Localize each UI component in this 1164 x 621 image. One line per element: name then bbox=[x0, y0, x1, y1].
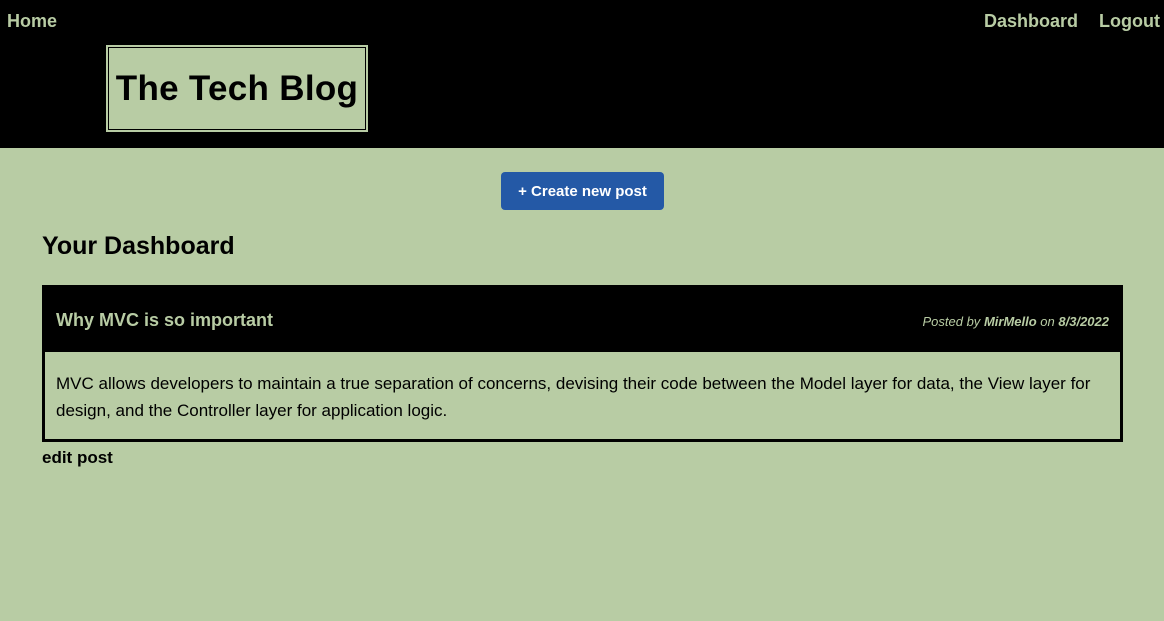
on-label: on bbox=[1040, 314, 1055, 329]
post-date: 8/3/2022 bbox=[1058, 314, 1109, 329]
post-header: Why MVC is so important Posted by MirMel… bbox=[45, 288, 1120, 352]
site-title-box: The Tech Blog bbox=[106, 45, 368, 132]
post-card: Why MVC is so important Posted by MirMel… bbox=[42, 285, 1123, 442]
post-author: MirMello bbox=[983, 314, 1037, 329]
create-new-post-button[interactable]: + Create new post bbox=[501, 172, 664, 210]
page-title: Your Dashboard bbox=[42, 232, 235, 260]
post-meta: Posted by MirMello on 8/3/2022 bbox=[922, 314, 1109, 329]
nav-dashboard-link[interactable]: Dashboard bbox=[984, 11, 1078, 31]
posted-by-label: Posted by bbox=[922, 314, 981, 329]
edit-post-link[interactable]: edit post bbox=[42, 448, 113, 468]
nav-logout-link[interactable]: Logout bbox=[1099, 11, 1160, 31]
nav-home-link[interactable]: Home bbox=[7, 11, 57, 31]
site-header: Home Dashboard Logout The Tech Blog bbox=[0, 0, 1164, 148]
site-title: The Tech Blog bbox=[115, 68, 359, 108]
post-body: MVC allows developers to maintain a true… bbox=[56, 374, 1091, 420]
post-title: Why MVC is so important bbox=[56, 310, 274, 330]
